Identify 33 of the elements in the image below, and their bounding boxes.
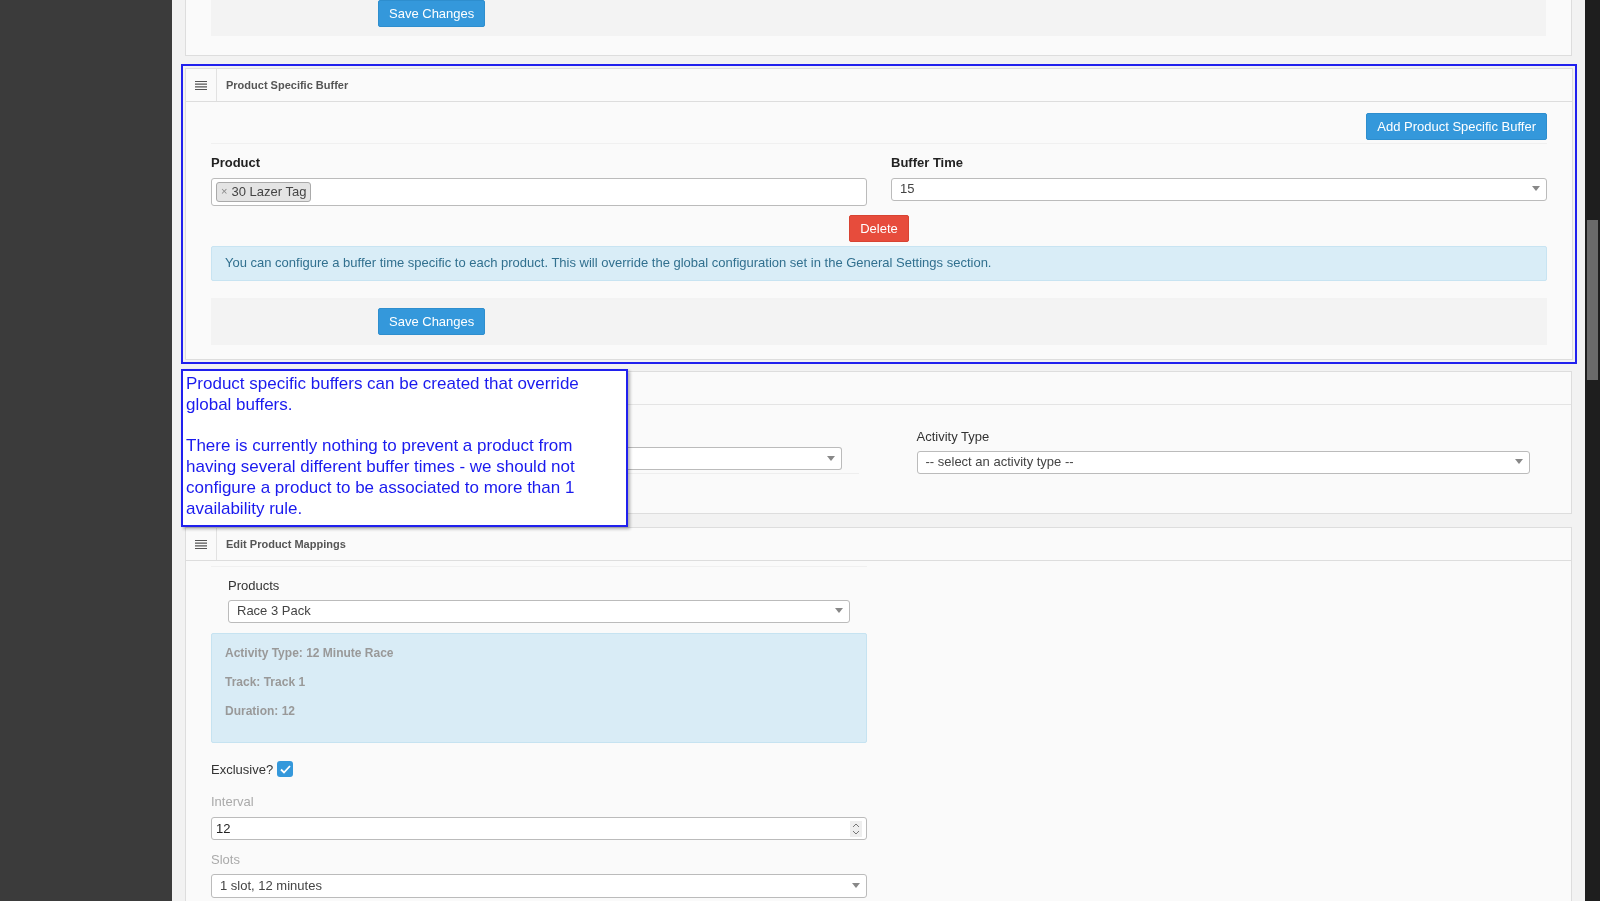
tag-label: 30 Lazer Tag	[231, 182, 307, 201]
field-label: Interval	[211, 793, 255, 811]
caret-icon	[852, 883, 860, 888]
detail-text: Activity Type: 12 Minute Race	[225, 645, 395, 661]
field-label: Activity Type	[916, 428, 991, 446]
select-field[interactable]	[628, 447, 842, 470]
activity-type-select[interactable]: -- select an activity type --	[916, 450, 1530, 474]
caret-icon	[826, 455, 835, 461]
menu-icon[interactable]	[195, 539, 207, 549]
buffer-time-select[interactable]: 15	[891, 177, 1547, 201]
annotation-text: There is currently nothing to prevent a product from having several different buffer times - we should not configure a product to be associated to more than 1 availability rule.	[186, 435, 576, 519]
field-label: Slots	[211, 850, 241, 869]
caret-icon	[835, 608, 843, 613]
interval-field[interactable]: 12	[211, 816, 867, 840]
field-label: Products	[228, 577, 281, 595]
caret-icon	[1515, 459, 1523, 464]
field-label: Buffer Time	[891, 154, 964, 172]
annotation-text: Product specific buffers can be created that override global buffers.	[186, 373, 580, 415]
scrollbar-thumb[interactable]	[1587, 220, 1598, 380]
menu-icon[interactable]	[195, 80, 207, 90]
field-label: Product	[211, 154, 262, 172]
panel-title: Edit Product Mappings	[226, 536, 346, 552]
info-message: You can configure a buffer time specific to each product. This will override the global configuration set in the General Settings section.	[211, 245, 1547, 281]
caret-icon	[1532, 186, 1540, 191]
exclusive-checkbox[interactable]	[277, 761, 294, 778]
slots-select[interactable]: 1 slot, 12 minutes	[211, 874, 867, 898]
products-select[interactable]: Race 3 Pack	[228, 599, 850, 623]
checkbox-label: Exclusive?	[211, 760, 274, 779]
panel-title: Product Specific Buffer	[226, 77, 349, 93]
delete-button[interactable]: Delete	[849, 214, 909, 242]
detail-text: Track: Track 1	[225, 674, 307, 690]
product-tag-field[interactable]: × 30 Lazer Tag	[211, 177, 867, 206]
detail-text: Duration: 12	[225, 703, 296, 719]
